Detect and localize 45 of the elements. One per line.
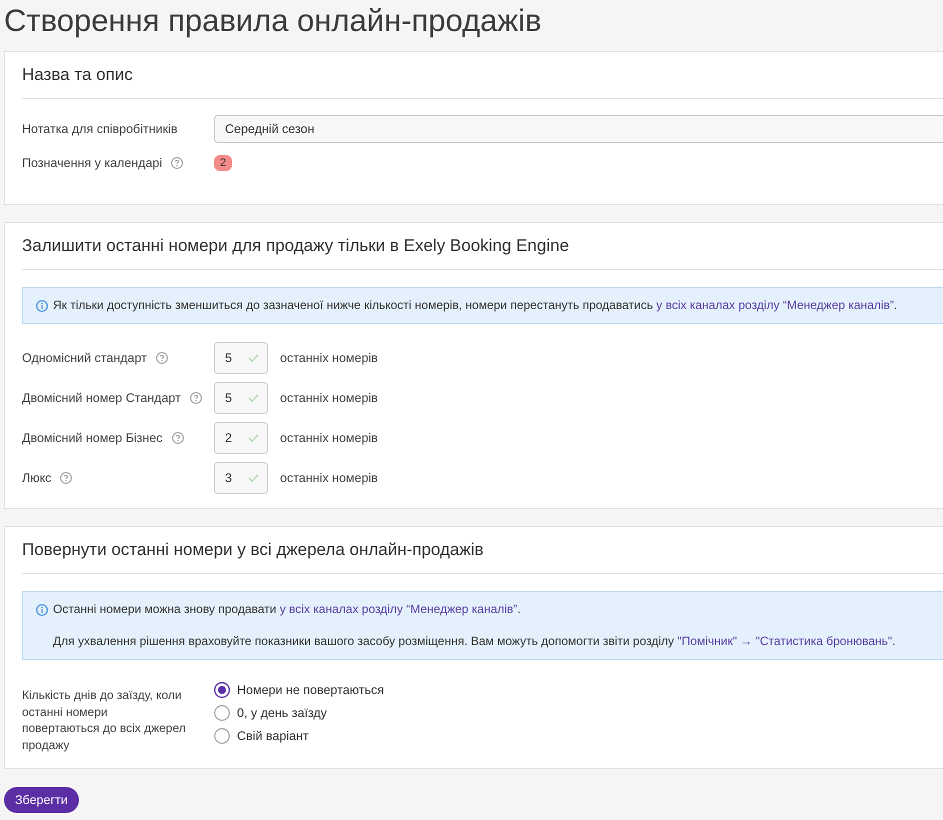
field-suffix: останніх номерів bbox=[280, 471, 378, 485]
section-link[interactable]: у всіх каналах розділу “Менеджер каналів” bbox=[656, 298, 894, 312]
radio-label[interactable]: 0, у день заїзду bbox=[237, 706, 327, 720]
check-icon bbox=[248, 354, 259, 362]
calendar-marker[interactable]: 2 bbox=[214, 155, 232, 171]
check-icon bbox=[248, 474, 259, 482]
page-title: Створення правила онлайн-продажів bbox=[4, 2, 543, 40]
help-icon[interactable] bbox=[171, 157, 184, 169]
section-title: Залишити останні номери для продажу тільки в Exely Booking Engine bbox=[22, 235, 570, 257]
radio-button[interactable] bbox=[214, 682, 230, 698]
info-icon bbox=[36, 300, 48, 312]
room-label: Одномісний стандарт bbox=[22, 351, 147, 365]
radio-label[interactable]: Номери не повертаються bbox=[237, 683, 384, 697]
room-label: Люкс bbox=[22, 471, 52, 485]
info-icon bbox=[36, 604, 48, 616]
section-link[interactable]: у всіх каналах розділу “Менеджер каналів” bbox=[280, 602, 518, 616]
number-field[interactable]: 5 bbox=[214, 342, 268, 374]
info-text: Як тільки доступність зменшиться до зазначеної нижче кількості номерів, номери перестануть продаватись у всіх каналах розділу “Менеджер каналів”. bbox=[53, 297, 898, 314]
radio-button[interactable] bbox=[214, 705, 230, 721]
help-icon[interactable] bbox=[60, 472, 72, 484]
help-icon[interactable] bbox=[172, 432, 184, 444]
field-label: Нотатка для співробітників bbox=[22, 122, 178, 136]
field-suffix: останніх номерів bbox=[280, 431, 378, 445]
room-label: Двомісний номер Бізнес bbox=[22, 431, 163, 445]
info-text: Останні номери можна знову продавати у всіх каналах розділу “Менеджер каналів”. bbox=[53, 601, 522, 618]
save-button[interactable]: Зберегти bbox=[4, 787, 79, 813]
help-icon[interactable] bbox=[190, 392, 202, 404]
number-field[interactable]: 2 bbox=[214, 422, 268, 454]
field-label: Позначення у календарі bbox=[22, 156, 162, 170]
section-link[interactable]: "Помічник" → "Статистика бронювань" bbox=[677, 634, 892, 648]
number-field[interactable]: 5 bbox=[214, 382, 268, 414]
radio-label[interactable]: Свій варіант bbox=[237, 729, 309, 743]
input-field[interactable]: Середній сезон bbox=[214, 115, 943, 143]
room-label: Двомісний номер Стандарт bbox=[22, 391, 181, 405]
section-title: Повернути останні номери у всі джерела онлайн-продажів bbox=[22, 539, 485, 561]
number-field[interactable]: 3 bbox=[214, 462, 268, 494]
radio-button[interactable] bbox=[214, 728, 230, 744]
info-text: Для ухвалення рішення враховуйте показники вашого засобу розміщення. Вам можуть допомогти звіти розділу "Помічник" → "Статистика бронювань". bbox=[53, 633, 896, 650]
field-label: Кількість днів до заїзду, коли останні номери повертаються до всіх джерел продажу bbox=[22, 687, 186, 753]
field-suffix: останніх номерів bbox=[280, 351, 378, 365]
help-icon[interactable] bbox=[156, 352, 168, 364]
check-icon bbox=[248, 434, 259, 442]
section-title: Назва та опис bbox=[22, 64, 134, 86]
check-icon bbox=[248, 394, 259, 402]
field-suffix: останніх номерів bbox=[280, 391, 378, 405]
